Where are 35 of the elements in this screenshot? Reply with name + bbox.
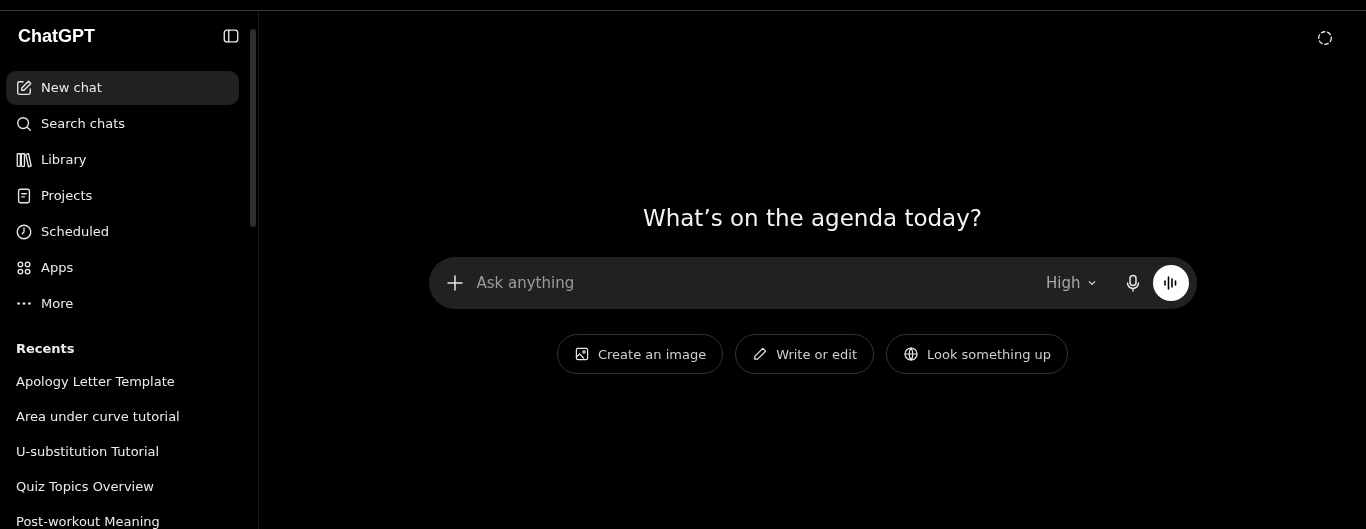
- nav-item[interactable]: Apps: [6, 250, 239, 285]
- nav-item[interactable]: Projects: [6, 178, 239, 213]
- sidebar-toggle-icon[interactable]: [222, 27, 240, 46]
- search-icon: [15, 114, 33, 133]
- panel-icon: [222, 27, 240, 46]
- chat-history-item[interactable]: Area under curve tutorial: [6, 398, 252, 434]
- image-icon: [573, 346, 590, 362]
- nav-item[interactable]: New chat: [6, 70, 239, 105]
- section-heading: Recents: [16, 340, 76, 356]
- nav-item[interactable]: Scheduled: [6, 214, 239, 249]
- edit-icon: [15, 78, 33, 97]
- dashed-circle-icon: [1316, 29, 1334, 47]
- model-selector[interactable]: High: [1046, 274, 1099, 292]
- books-icon: [15, 150, 33, 169]
- chat-history-item[interactable]: U-substitution Tutorial: [6, 433, 252, 469]
- more-icon: [17, 302, 31, 306]
- document-icon: [15, 186, 33, 205]
- app-title: ChatGPT: [18, 25, 95, 47]
- plus-icon: [444, 273, 465, 293]
- pencil-icon: [752, 346, 769, 362]
- prompt-input[interactable]: Ask anything: [474, 273, 1036, 293]
- globe-icon: [903, 346, 919, 362]
- chat-history-item[interactable]: Quiz Topics Overview: [6, 468, 252, 504]
- message-composer[interactable]: Ask anything High: [428, 257, 1197, 309]
- voice-mode-button[interactable]: [1152, 265, 1189, 301]
- add-button[interactable]: [444, 273, 465, 293]
- chat-history-item[interactable]: Apology Letter Template: [6, 363, 252, 399]
- greeting-heading: What’s on the agenda today?: [642, 205, 983, 231]
- clock-icon: [15, 222, 33, 241]
- chat-history-item[interactable]: Post-workout Meaning: [6, 503, 252, 529]
- nav-item[interactable]: More: [6, 286, 239, 321]
- scrollbar[interactable]: [250, 29, 256, 227]
- nav-item[interactable]: Search chats: [6, 106, 239, 141]
- apps-icon: [15, 258, 33, 277]
- nav-item[interactable]: Library: [6, 142, 239, 177]
